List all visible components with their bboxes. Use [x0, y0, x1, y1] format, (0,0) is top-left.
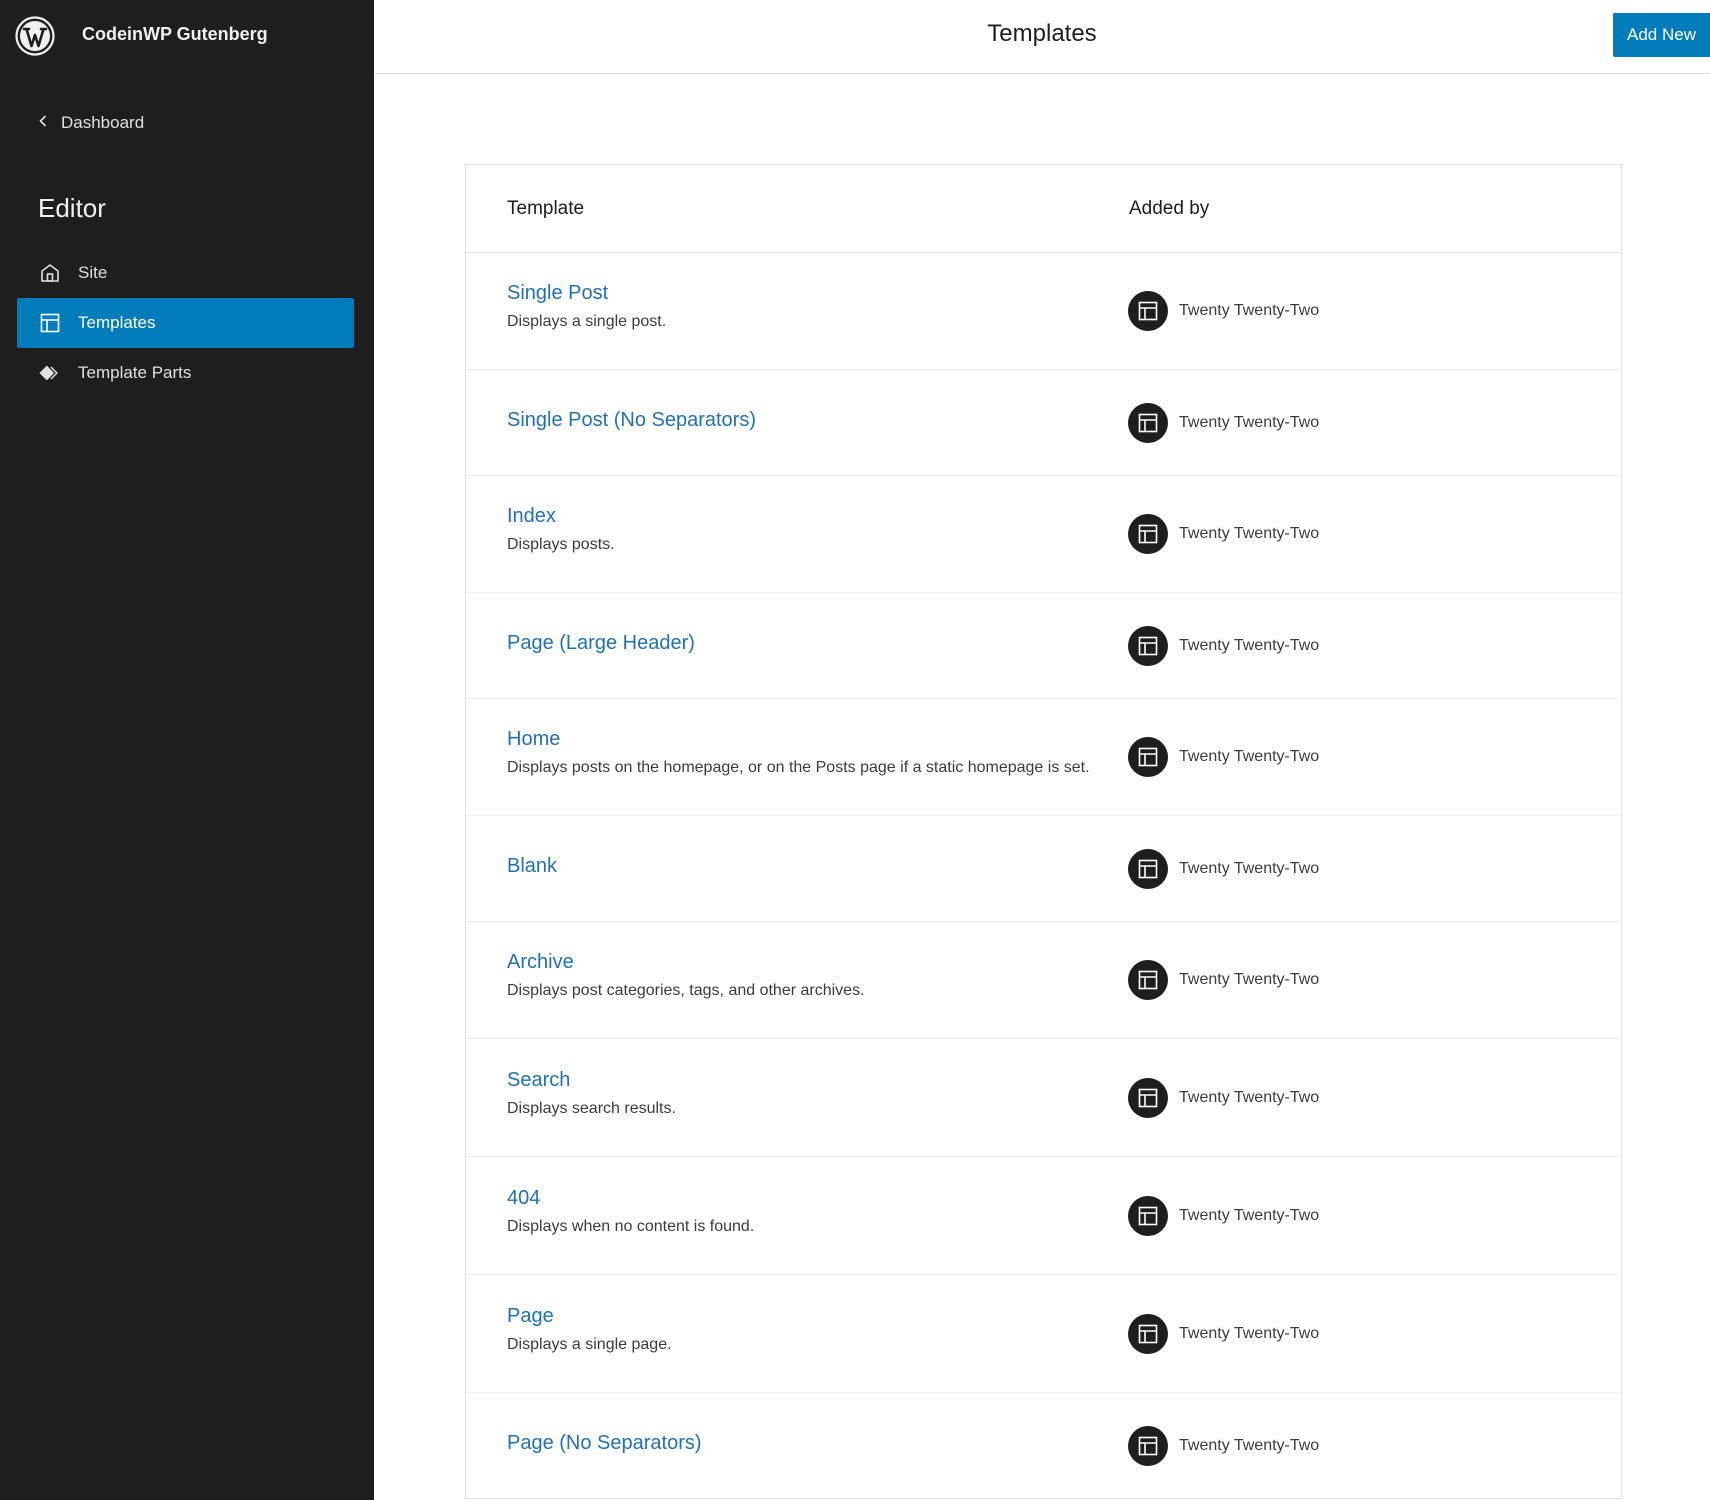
sidebar-item-site[interactable]: Site [17, 248, 354, 298]
template-name-link[interactable]: Single Post (No Separators) [507, 409, 756, 432]
template-name-link[interactable]: Home [507, 728, 560, 751]
author-name: Twenty Twenty-Two [1179, 637, 1320, 654]
dashboard-label: Dashboard [61, 113, 145, 132]
column-header-template: Template [507, 198, 585, 219]
added-by-cell: Twenty Twenty-Two [1128, 403, 1319, 443]
theme-layout-icon [1128, 291, 1168, 331]
table-row: Page (Large Header) Twenty Twenty-Two [466, 593, 1621, 699]
top-bar: Templates Add New [374, 0, 1710, 74]
table-header: Template Added by [466, 165, 1621, 253]
template-description: Displays when no content is found. [507, 1218, 755, 1235]
table-row: 404 Displays when no content is found. Twe… [466, 1157, 1621, 1275]
chevron-left-icon [36, 113, 61, 133]
author-name: Twenty Twenty-Two [1179, 1089, 1320, 1106]
theme-layout-icon [1128, 1314, 1168, 1354]
template-name-link[interactable]: Archive [507, 951, 574, 974]
table-row: Page Displays a single page. Twenty Twenty… [466, 1275, 1621, 1393]
template-name-link[interactable]: Page [507, 1305, 554, 1328]
theme-layout-icon [1128, 1426, 1168, 1466]
add-new-button[interactable]: Add New [1613, 13, 1710, 57]
added-by-cell: Twenty Twenty-Two [1128, 960, 1319, 1000]
template-name-link[interactable]: 404 [507, 1187, 540, 1210]
added-by-cell: Twenty Twenty-Two [1128, 626, 1319, 666]
editor-nav: Site Templates Template Parts [17, 248, 354, 398]
template-cell: 404 Displays when no content is found. [507, 1187, 1107, 1236]
template-cell: Home Displays posts on the homepage, or o… [507, 728, 1107, 777]
template-description: Displays search results. [507, 1100, 676, 1117]
template-name-link[interactable]: Single Post [507, 282, 608, 305]
template-cell: Archive Displays post categories, tags, a… [507, 951, 1107, 1000]
template-cell: Blank [507, 855, 1107, 878]
theme-layout-icon [1128, 626, 1168, 666]
template-cell: Single Post Displays a single post. [507, 282, 1107, 331]
theme-layout-icon [1128, 737, 1168, 777]
sidebar: CodeinWP Gutenberg Dashboard Editor Site… [0, 0, 374, 1500]
template-cell: Index Displays posts. [507, 505, 1107, 554]
author-name: Twenty Twenty-Two [1179, 302, 1320, 319]
symbol-filled-icon [39, 362, 61, 384]
template-cell: Page Displays a single page. [507, 1305, 1107, 1354]
template-name-link[interactable]: Search [507, 1069, 570, 1092]
template-name-link[interactable]: Page (Large Header) [507, 632, 695, 655]
author-name: Twenty Twenty-Two [1179, 971, 1320, 988]
templates-table: Template Added by Single Post Displays a … [465, 164, 1622, 1499]
author-name: Twenty Twenty-Two [1179, 1437, 1320, 1454]
table-row: Search Displays search results. Twenty Twe… [466, 1039, 1621, 1157]
dashboard-back-link[interactable]: Dashboard [36, 113, 144, 133]
author-name: Twenty Twenty-Two [1179, 1325, 1320, 1342]
editor-heading: Editor [38, 193, 106, 223]
author-name: Twenty Twenty-Two [1179, 414, 1320, 431]
template-name-link[interactable]: Index [507, 505, 556, 528]
added-by-cell: Twenty Twenty-Two [1128, 514, 1319, 554]
template-cell: Search Displays search results. [507, 1069, 1107, 1118]
template-cell: Page (Large Header) [507, 632, 1107, 655]
template-description: Displays posts. [507, 536, 615, 553]
sidebar-item-templates[interactable]: Templates [17, 298, 354, 348]
theme-layout-icon [1128, 1078, 1168, 1118]
added-by-cell: Twenty Twenty-Two [1128, 1314, 1319, 1354]
page-title: Templates [987, 20, 1097, 47]
template-name-link[interactable]: Blank [507, 855, 557, 878]
template-cell: Single Post (No Separators) [507, 409, 1107, 432]
table-body: Single Post Displays a single post. Twenty… [466, 253, 1621, 1498]
template-cell: Page (No Separators) [507, 1432, 1107, 1455]
site-title: CodeinWP Gutenberg [82, 24, 268, 44]
template-description: Displays a single post. [507, 313, 667, 330]
theme-layout-icon [1128, 960, 1168, 1000]
template-description: Displays post categories, tags, and othe… [507, 982, 865, 999]
sidebar-item-template-parts[interactable]: Template Parts [17, 348, 354, 398]
author-name: Twenty Twenty-Two [1179, 748, 1320, 765]
wordpress-logo-icon[interactable] [15, 14, 55, 58]
theme-layout-icon [1128, 849, 1168, 889]
added-by-cell: Twenty Twenty-Two [1128, 849, 1319, 889]
added-by-cell: Twenty Twenty-Two [1128, 291, 1319, 331]
home-icon [39, 262, 61, 284]
template-description: Displays posts on the homepage, or on th… [507, 759, 1090, 776]
theme-layout-icon [1128, 1196, 1168, 1236]
layout-icon [39, 312, 61, 334]
author-name: Twenty Twenty-Two [1179, 1207, 1320, 1224]
sidebar-item-label: Templates [78, 313, 156, 332]
table-row: Blank Twenty Twenty-Two [466, 816, 1621, 922]
table-row: Index Displays posts. Twenty Twenty-Two [466, 476, 1621, 593]
table-row: Home Displays posts on the homepage, or o… [466, 699, 1621, 816]
added-by-cell: Twenty Twenty-Two [1128, 1078, 1319, 1118]
sidebar-item-label: Template Parts [78, 363, 192, 382]
added-by-cell: Twenty Twenty-Two [1128, 1426, 1319, 1466]
sidebar-item-label: Site [78, 263, 108, 282]
author-name: Twenty Twenty-Two [1179, 860, 1320, 877]
table-row: Single Post Displays a single post. Twenty… [466, 253, 1621, 370]
theme-layout-icon [1128, 514, 1168, 554]
template-description: Displays a single page. [507, 1336, 672, 1353]
author-name: Twenty Twenty-Two [1179, 525, 1320, 542]
table-row: Archive Displays post categories, tags, a… [466, 922, 1621, 1039]
template-name-link[interactable]: Page (No Separators) [507, 1432, 702, 1455]
table-row: Page (No Separators) Twenty Twenty-Two [466, 1393, 1621, 1498]
added-by-cell: Twenty Twenty-Two [1128, 1196, 1319, 1236]
theme-layout-icon [1128, 403, 1168, 443]
table-row: Single Post (No Separators) Twenty Twenty… [466, 370, 1621, 476]
column-header-added-by: Added by [1129, 198, 1210, 219]
added-by-cell: Twenty Twenty-Two [1128, 737, 1319, 777]
